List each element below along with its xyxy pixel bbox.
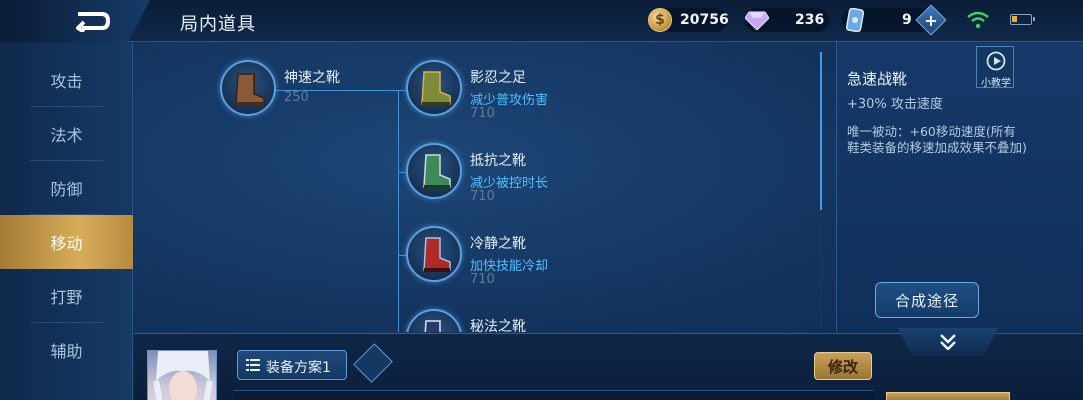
plus-icon: + <box>924 10 938 30</box>
synthesis-path-button[interactable]: 合成途径 <box>875 282 979 318</box>
detail-item-stat: +30% 攻击速度 <box>847 97 943 112</box>
hero-avatar[interactable] <box>147 350 217 400</box>
sidebar-item-label: 法术 <box>50 126 83 145</box>
equipment-plan-label: 装备方案1 <box>266 360 331 376</box>
item-name: 抵抗之靴 <box>470 153 526 169</box>
sidebar-item-movement[interactable]: 移动 <box>0 215 133 269</box>
item-price: 710 <box>470 272 495 287</box>
ticket-value: 9 <box>902 12 912 28</box>
boots-icon <box>406 309 462 332</box>
game-shop-screen: 局内道具 $ 20756 236 9 + 攻击 法术 防御 移动 打野 辅助 神… <box>0 0 1083 400</box>
item-detail-panel: 急速战靴 +30% 攻击速度 唯一被动：+60移动速度(所有鞋类装备的移速加成效… <box>836 42 1083 332</box>
gold-action-bar[interactable] <box>886 392 1010 400</box>
category-sidebar: 攻击 法术 防御 移动 打野 辅助 <box>0 42 133 400</box>
tutorial-button[interactable]: 小教学 <box>976 46 1014 89</box>
sidebar-item-jungle[interactable]: 打野 <box>0 269 133 323</box>
boots-icon <box>406 143 462 199</box>
sidebar-item-attack[interactable]: 攻击 <box>0 53 133 107</box>
play-icon <box>986 51 1006 71</box>
sidebar-item-label: 打野 <box>50 288 83 307</box>
sidebar-item-label: 辅助 <box>50 342 83 361</box>
sidebar-item-magic[interactable]: 法术 <box>0 107 133 161</box>
item-upgrade[interactable]: 影忍之足 减少普攻伤害 710 <box>406 60 606 121</box>
gold-coin-icon: $ <box>648 8 672 32</box>
item-price: 250 <box>284 90 309 105</box>
battery-fill <box>1012 16 1018 22</box>
equipment-plan-button[interactable]: 装备方案1 <box>237 350 347 380</box>
top-bar: 局内道具 $ 20756 236 9 + <box>0 0 1083 42</box>
tree-connector <box>398 255 406 256</box>
item-name: 秘法之靴 <box>470 319 526 332</box>
item-name: 冷静之靴 <box>470 236 526 252</box>
ticket-currency: 9 <box>846 8 912 32</box>
tree-connector <box>398 172 406 173</box>
item-upgrade[interactable]: 抵抗之靴 减少被控时长 710 <box>406 143 606 204</box>
gem-value: 236 <box>795 12 825 28</box>
item-base-boots[interactable]: 神速之靴 250 <box>220 60 400 120</box>
sidebar-item-label: 防御 <box>50 180 83 199</box>
boots-icon <box>406 226 462 282</box>
boots-icon <box>406 60 462 116</box>
ticket-icon <box>846 8 864 32</box>
sidebar-item-label: 攻击 <box>50 72 83 91</box>
edit-icon[interactable] <box>353 343 393 383</box>
item-tree-area: 神速之靴 250 影忍之足 减少普攻伤害 710 抵抗之靴 减少被控时长 710… <box>134 42 834 332</box>
back-button[interactable] <box>0 0 150 42</box>
tree-connector <box>398 90 399 332</box>
bottom-bar: 装备方案1 修改 <box>134 328 1083 400</box>
gem-icon <box>745 11 769 30</box>
item-name: 神速之靴 <box>284 70 340 86</box>
sidebar-item-label: 移动 <box>50 234 83 253</box>
modify-button[interactable]: 修改 <box>814 352 872 380</box>
back-arrow-icon <box>76 12 110 32</box>
item-price: 710 <box>470 189 495 204</box>
detail-item-passive: 唯一被动：+60移动速度(所有鞋类装备的移速加成效果不叠加) <box>847 124 1027 155</box>
gold-value: 20756 <box>680 12 729 28</box>
page-title: 局内道具 <box>180 14 256 35</box>
battery-icon <box>1010 14 1035 25</box>
gem-currency: 236 <box>745 8 824 32</box>
detail-item-name: 急速战靴 <box>847 70 908 88</box>
sidebar-item-defense[interactable]: 防御 <box>0 161 133 215</box>
tutorial-label: 小教学 <box>981 78 1011 89</box>
wifi-icon <box>967 11 989 29</box>
gold-currency: $ 20756 <box>648 8 729 32</box>
item-upgrade[interactable]: 秘法之靴 <box>406 309 606 332</box>
list-icon <box>246 359 260 371</box>
item-upgrade[interactable]: 冷静之靴 加快技能冷却 710 <box>406 226 606 287</box>
equipment-slot-bar <box>234 390 874 400</box>
item-price: 710 <box>470 106 495 121</box>
item-name: 影忍之足 <box>470 70 526 86</box>
chevron-down-icon <box>940 334 956 350</box>
scrollbar-thumb[interactable] <box>820 52 822 210</box>
sidebar-item-support[interactable]: 辅助 <box>0 323 133 377</box>
boots-icon <box>220 60 276 116</box>
collapse-button[interactable] <box>898 328 998 356</box>
